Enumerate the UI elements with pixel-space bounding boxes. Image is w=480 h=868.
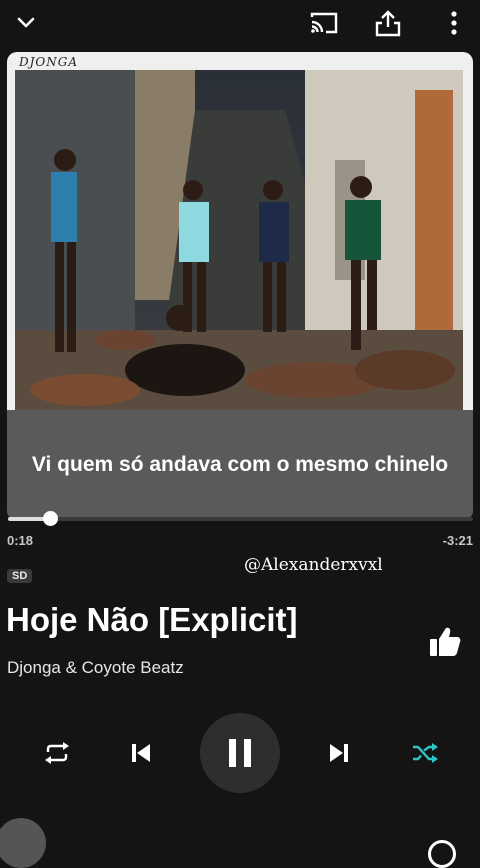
pause-button[interactable]	[200, 713, 280, 793]
shuffle-button[interactable]	[408, 738, 442, 768]
chevron-down-icon	[17, 17, 35, 28]
more-options-button[interactable]	[434, 4, 474, 42]
mini-avatar[interactable]	[0, 818, 46, 868]
skip-previous-icon	[132, 744, 150, 762]
quality-badge: SD	[7, 569, 33, 583]
previous-button[interactable]	[124, 736, 158, 770]
skip-next-icon	[330, 744, 348, 762]
watermark-text: @Alexanderxvxl	[244, 555, 383, 575]
remaining-time: -3:21	[442, 533, 473, 548]
progress-track	[8, 517, 473, 521]
track-title: Hoje Não [Explicit]	[6, 601, 298, 638]
cast-button[interactable]	[304, 4, 344, 42]
album-tag: DJONGA	[19, 55, 79, 69]
top-bar	[0, 0, 480, 46]
more-vert-icon	[451, 11, 457, 35]
elapsed-time: 0:18	[7, 533, 34, 548]
cast-icon	[310, 12, 338, 34]
shuffle-icon	[413, 743, 438, 763]
lyrics-line: Vi quem só andava com o mesmo chinelo	[31, 453, 449, 476]
repeat-icon	[45, 742, 69, 764]
progress-bar[interactable]	[8, 511, 473, 526]
album-art	[15, 70, 463, 410]
next-button[interactable]	[322, 736, 356, 770]
pause-icon	[229, 739, 251, 767]
track-artist[interactable]: Djonga & Coyote Beatz	[7, 658, 184, 678]
progress-knob[interactable]	[42, 511, 58, 526]
search-icon[interactable]	[428, 840, 456, 868]
like-button[interactable]	[428, 625, 462, 659]
thumbs-up-icon	[430, 627, 461, 656]
share-button[interactable]	[368, 4, 408, 42]
lyrics-panel: Vi quem só andava com o mesmo chinelo	[7, 410, 473, 520]
album-card: DJONGA Vi quem só andava com o mesmo chi…	[7, 52, 473, 520]
share-icon	[375, 10, 401, 37]
collapse-button[interactable]	[6, 4, 46, 42]
repeat-button[interactable]	[40, 738, 74, 768]
